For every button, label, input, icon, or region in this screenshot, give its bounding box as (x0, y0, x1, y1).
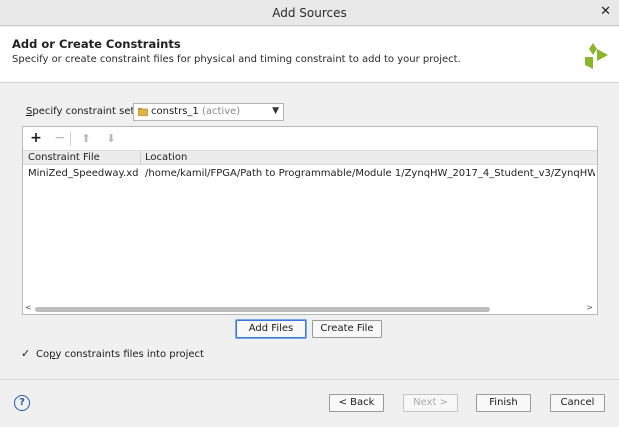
cancel-button[interactable]: Cancel (550, 394, 605, 412)
move-down-icon[interactable]: ⬇ (102, 130, 120, 147)
wizard-header: Add or Create Constraints Specify or cre… (0, 27, 619, 83)
window-title: Add Sources (272, 6, 347, 20)
cell-location: /home/kamil/FPGA/Path to Programmable/Mo… (145, 168, 595, 179)
create-file-button[interactable]: Create File (312, 320, 382, 338)
next-button[interactable]: Next > (403, 394, 458, 412)
constraint-set-dropdown[interactable]: constrs_1 (active) ▼ (133, 103, 284, 121)
scroll-right-icon[interactable]: > (586, 303, 593, 312)
column-divider[interactable] (140, 151, 141, 165)
cell-constraint-file: MiniZed_Speedway.xdc (28, 168, 138, 179)
back-button[interactable]: < Back (329, 394, 384, 412)
help-icon[interactable]: ? (14, 395, 30, 411)
chevron-down-icon: ▼ (272, 106, 279, 116)
close-icon[interactable]: ✕ (600, 4, 611, 19)
horizontal-scrollbar[interactable]: < > (23, 303, 597, 314)
constraint-set-label: Specify constraint set: (26, 106, 138, 117)
page-title: Add or Create Constraints (12, 37, 181, 51)
add-icon[interactable]: + (27, 130, 45, 147)
finish-button[interactable]: Finish (476, 394, 531, 412)
folder-icon (138, 108, 148, 116)
column-header-location[interactable]: Location (145, 152, 187, 163)
move-up-icon[interactable]: ⬆ (77, 130, 95, 147)
scroll-left-icon[interactable]: < (25, 303, 32, 312)
scrollbar-thumb[interactable] (35, 307, 490, 312)
table-row[interactable]: MiniZed_Speedway.xdc /home/kamil/FPGA/Pa… (23, 166, 597, 182)
title-bar: Add Sources ✕ (0, 0, 619, 26)
copy-constraints-checkbox[interactable]: ✓ (21, 348, 31, 359)
table-header: Constraint File Location (23, 150, 597, 165)
page-subtitle: Specify or create constraint files for p… (12, 54, 461, 65)
file-toolbar: + − ⬆ ⬇ (23, 127, 597, 150)
footer-divider (0, 379, 619, 380)
vivado-logo-icon (585, 43, 608, 69)
add-files-button[interactable]: Add Files (236, 320, 306, 338)
copy-constraints-label: Copy constraints files into project (36, 349, 204, 360)
constraint-set-value: constrs_1 (active) (151, 106, 241, 117)
remove-icon[interactable]: − (51, 130, 69, 147)
toolbar-divider (70, 132, 71, 146)
constraint-files-panel: + − ⬆ ⬇ Constraint File Location MiniZed… (22, 126, 598, 315)
column-header-constraint-file[interactable]: Constraint File (28, 152, 100, 163)
